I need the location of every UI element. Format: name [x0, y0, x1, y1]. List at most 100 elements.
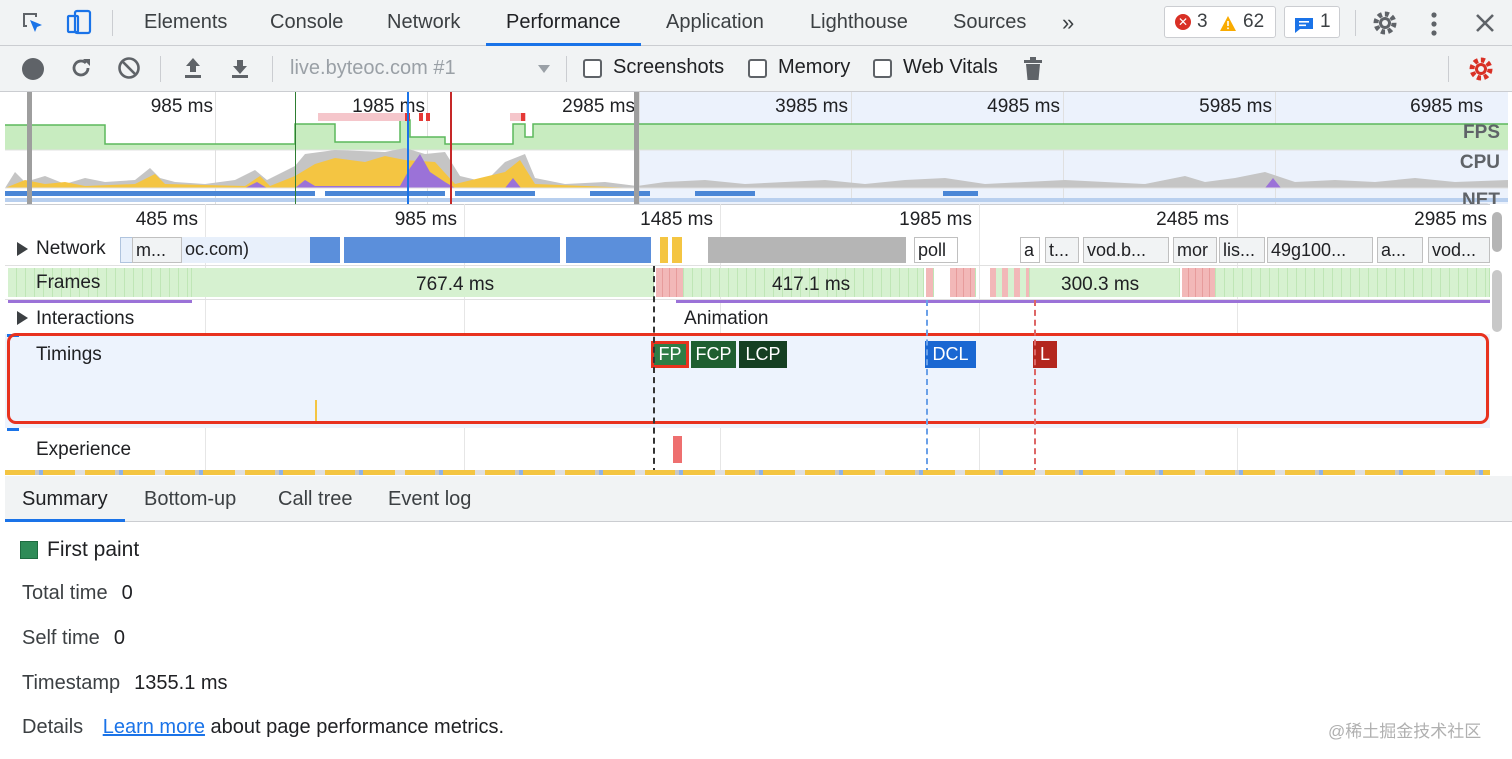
tab-network[interactable]: Network: [387, 0, 460, 46]
messages-counter[interactable]: 1: [1284, 6, 1340, 38]
error-count: 3: [1197, 11, 1208, 32]
network-request[interactable]: oc.com): [182, 237, 310, 263]
dcl-marker-line: [407, 92, 409, 204]
interactions-expand-icon[interactable]: [17, 311, 28, 325]
experience-track[interactable]: [5, 431, 1490, 471]
frame-duration: 417.1 ms: [772, 274, 851, 295]
interactions-track-label: Interactions: [36, 308, 135, 329]
tab-bottom-up[interactable]: Bottom-up: [144, 476, 236, 522]
total-time-value: 0: [121, 582, 133, 604]
timestamp-value: 1355.1 ms: [134, 672, 228, 694]
self-time-row: Self time 0: [22, 627, 125, 650]
frames-track-label: Frames: [36, 272, 101, 293]
network-request[interactable]: 49g100...: [1267, 237, 1373, 263]
network-request[interactable]: a...: [1377, 237, 1423, 263]
self-time-label: Self time: [22, 627, 100, 649]
network-expand-icon[interactable]: [17, 242, 28, 256]
recording-target-value: live.byteoc.com #1: [290, 57, 456, 79]
memory-checkbox[interactable]: [748, 59, 767, 78]
load-profile-icon[interactable]: [181, 56, 205, 80]
ruler-tick: 1485 ms: [640, 209, 713, 230]
web-vitals-checkbox[interactable]: [873, 59, 892, 78]
tab-elements[interactable]: Elements: [144, 0, 227, 46]
details-text: about page performance metrics.: [210, 716, 505, 738]
load-marker-line: [450, 92, 452, 204]
warning-count: 62: [1243, 11, 1265, 32]
tab-call-tree[interactable]: Call tree: [278, 476, 352, 522]
tab-console[interactable]: Console: [270, 0, 343, 46]
clear-icon[interactable]: [117, 56, 141, 80]
timeline-overview[interactable]: 985 ms 1985 ms 2985 ms 3985 ms 4985 ms 5…: [5, 92, 1508, 204]
network-request[interactable]: vod...: [1428, 237, 1490, 263]
tab-lighthouse[interactable]: Lighthouse: [810, 0, 908, 46]
message-icon: [1294, 14, 1314, 33]
total-time-label: Total time: [22, 582, 108, 604]
message-count: 1: [1320, 11, 1331, 32]
details-tab-bar: Summary Bottom-up Call tree Event log: [5, 476, 1512, 522]
warning-icon: [1219, 13, 1237, 31]
tab-performance[interactable]: Performance: [486, 0, 641, 46]
learn-more-link[interactable]: Learn more: [103, 716, 205, 738]
summary-title: First paint: [47, 538, 140, 561]
timings-highlight-box: [7, 333, 1489, 424]
chevron-down-icon: [538, 65, 550, 73]
network-request[interactable]: m...: [132, 237, 182, 263]
cpu-label: CPU: [1459, 152, 1500, 173]
network-request[interactable]: lis...: [1219, 237, 1265, 263]
memory-label: Memory: [778, 56, 851, 78]
screenshots-label: Screenshots: [613, 56, 725, 78]
device-toolbar-icon[interactable]: [66, 8, 96, 38]
tab-summary[interactable]: Summary: [5, 476, 125, 522]
ruler-tick: 1985 ms: [899, 209, 972, 230]
issues-counter[interactable]: ✕ 3 62: [1164, 6, 1276, 38]
details-row: Details Learn more about page performanc…: [22, 716, 504, 739]
record-icon[interactable]: [22, 58, 44, 80]
close-icon[interactable]: [1474, 12, 1496, 34]
screenshots-checkbox[interactable]: [583, 59, 602, 78]
total-time-row: Total time 0: [22, 582, 133, 605]
network-request[interactable]: poll: [914, 237, 958, 263]
recording-target-select[interactable]: live.byteoc.com #1: [290, 54, 552, 84]
timestamp-label: Timestamp: [22, 672, 121, 694]
watermark: @稀土掘金技术社区: [1328, 722, 1482, 741]
frame-duration: 300.3 ms: [1061, 274, 1140, 295]
more-tabs-button[interactable]: »: [1062, 0, 1074, 46]
network-request[interactable]: t...: [1045, 237, 1079, 263]
tab-event-log[interactable]: Event log: [388, 476, 471, 522]
collect-garbage-icon[interactable]: [1023, 57, 1043, 81]
ruler-tick: 985 ms: [394, 209, 457, 230]
web-vitals-label: Web Vitals: [903, 56, 998, 78]
fps-label: FPS: [1463, 122, 1500, 143]
network-request[interactable]: a: [1020, 237, 1040, 263]
settings-gear-icon[interactable]: [1371, 9, 1399, 37]
fcp-marker-line: [295, 92, 296, 204]
more-options-icon[interactable]: [1430, 11, 1438, 37]
save-profile-icon[interactable]: [228, 56, 252, 80]
reload-profile-icon[interactable]: [69, 56, 93, 80]
ruler-tick: 2485 ms: [1156, 209, 1229, 230]
devtools-tab-bar: Elements Console Network Performance App…: [0, 0, 1512, 46]
network-track-label: Network: [36, 238, 106, 259]
layout-shift-mark[interactable]: [673, 436, 682, 463]
experience-track-label: Experience: [36, 439, 132, 460]
selection-window[interactable]: [27, 92, 639, 204]
timeline-ruler: 485 ms 985 ms 1485 ms 1985 ms 2485 ms 29…: [5, 204, 1490, 234]
network-request[interactable]: mor: [1173, 237, 1217, 263]
error-icon: ✕: [1175, 14, 1191, 30]
ruler-tick: 485 ms: [135, 209, 198, 230]
self-time-value: 0: [113, 627, 125, 649]
capture-settings-gear-icon[interactable]: [1467, 55, 1495, 83]
tab-application[interactable]: Application: [666, 0, 764, 46]
ruler-tick: 2985 ms: [1414, 209, 1487, 230]
flamechart-scrollbar-thumb[interactable]: [1492, 270, 1502, 332]
network-request[interactable]: vod.b...: [1083, 237, 1169, 263]
tab-sources[interactable]: Sources: [953, 0, 1026, 46]
flamechart-scrollbar[interactable]: [1492, 212, 1502, 252]
inspect-element-icon[interactable]: [20, 10, 46, 36]
frame-duration: 767.4 ms: [416, 274, 495, 295]
net-label: NET: [1462, 190, 1500, 204]
details-label: Details: [22, 716, 84, 738]
event-color-swatch: [20, 541, 38, 559]
timestamp-row: Timestamp 1355.1 ms: [22, 672, 228, 695]
animation-label: Animation: [684, 308, 769, 329]
